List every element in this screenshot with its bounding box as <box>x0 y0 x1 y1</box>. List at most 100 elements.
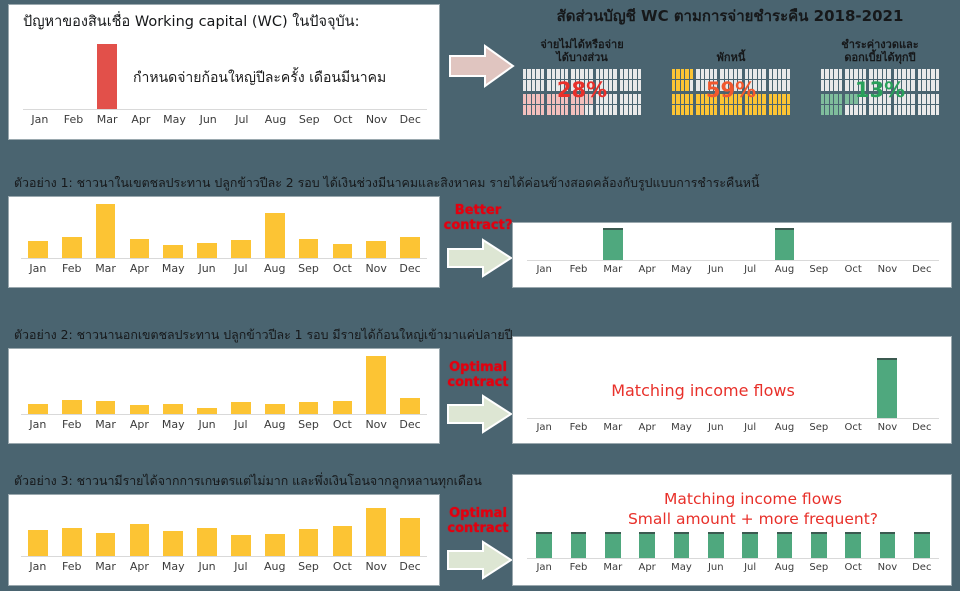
row1-chart: Jan Feb Mar Apr May Jun Jul Aug Sep Oct Nov Dec <box>23 44 427 133</box>
row3-left-plot <box>21 356 427 415</box>
arrow-right-green-row4 <box>445 538 515 582</box>
bar-slot <box>325 502 359 556</box>
month-label: Jul <box>744 562 757 573</box>
month-label: Dec <box>399 262 421 275</box>
bar-slot <box>156 502 190 556</box>
month-label: Feb <box>569 264 588 275</box>
month-label: Aug <box>264 113 287 126</box>
month-label: Jan <box>536 264 552 275</box>
month-label: Jan <box>536 562 552 573</box>
month-label: Nov <box>365 262 387 275</box>
bar-mar <box>95 204 116 258</box>
month-label: Aug <box>774 562 795 573</box>
month-label: Jul <box>744 422 757 433</box>
bar-apr <box>129 239 150 258</box>
bar-slot <box>836 228 870 260</box>
month-label: Nov <box>877 562 898 573</box>
waffle-pip <box>854 104 858 115</box>
waffle-pip <box>917 104 922 115</box>
bar-mar <box>604 532 621 558</box>
month-label: Nov <box>365 113 388 126</box>
month-label: Dec <box>399 418 421 431</box>
waffle-pip <box>845 104 849 115</box>
month-label: Mar <box>96 113 118 126</box>
month-label: Jun <box>707 562 724 573</box>
waffle-pip <box>613 104 617 115</box>
bar-nov <box>877 358 898 418</box>
bar-slot <box>224 502 258 556</box>
bar-jun <box>197 243 217 258</box>
waffle-pip <box>773 104 777 115</box>
waffle-chart-1: จ่ายไม่ได้หรือจ่าย ได้บางส่วน 28% <box>518 38 646 132</box>
month-label: Oct <box>332 560 352 573</box>
bar-slot <box>190 502 224 556</box>
month-label: Sep <box>809 422 829 433</box>
bar-dec <box>913 532 930 558</box>
month-label: Dec <box>912 422 932 433</box>
month-label: Aug <box>263 262 286 275</box>
bar-slot <box>836 358 870 418</box>
bar-aug <box>264 404 285 414</box>
bar-slot <box>259 44 293 109</box>
x-axis-line <box>527 260 939 261</box>
bar-slot <box>561 532 595 558</box>
bar-aug <box>264 533 285 556</box>
bar-slot <box>326 44 360 109</box>
bar-dec <box>400 518 420 556</box>
bar-slot <box>55 502 89 556</box>
bar-sep <box>298 529 319 556</box>
bar-slot <box>21 204 55 258</box>
row2-left-card: Jan Feb Mar Apr May Jun Jul Aug Sep Oct Nov Dec <box>8 196 440 288</box>
row4-right-card: Matching income flows Small amount + mor… <box>512 474 952 586</box>
row4-right-message-line1: Matching income flows <box>664 490 842 508</box>
bar-slot <box>224 356 258 414</box>
bar-jul <box>231 534 251 556</box>
bar-slot <box>156 204 190 258</box>
bar-slot <box>325 356 359 414</box>
month-label: Jan <box>29 418 47 431</box>
bar-slot <box>90 44 124 109</box>
waffle-pip <box>527 104 531 115</box>
bar-oct <box>332 526 353 556</box>
bar-mar <box>95 400 116 414</box>
bar-slot <box>359 204 393 258</box>
waffle-pip <box>878 104 882 115</box>
row3-arrow-caption-line1: Optimal <box>449 360 507 375</box>
bar-apr <box>639 532 656 558</box>
month-label: Jun <box>199 113 217 126</box>
month-label: Apr <box>131 113 151 126</box>
bar-jun <box>197 407 217 414</box>
arrow-right-pink <box>447 40 517 92</box>
bar-slot <box>527 228 561 260</box>
bar-may <box>163 245 184 258</box>
waffle-label-line: ชำระค่างวดและ <box>841 38 919 51</box>
bar-slot <box>393 204 427 258</box>
bar-dec <box>400 398 420 414</box>
waffle-pip <box>604 104 608 115</box>
month-label: May <box>161 262 185 275</box>
row4-left-bars <box>21 502 427 556</box>
waffle-pip <box>680 104 685 115</box>
bar-slot <box>258 502 292 556</box>
waffle-pip <box>595 104 600 115</box>
bar-slot <box>258 204 292 258</box>
waffle-pip <box>571 104 575 115</box>
bar-aug <box>264 212 285 258</box>
waffle-pip <box>829 104 834 115</box>
month-label: Jan <box>31 113 49 126</box>
bar-slot <box>836 532 870 558</box>
x-axis-line <box>23 109 427 110</box>
bar-jul <box>742 532 759 558</box>
x-axis-line <box>527 558 939 559</box>
month-label: Jan <box>29 560 47 573</box>
waffle-pip <box>753 104 757 115</box>
waffle-label-line: ดอกเบี้ยได้ทุกปี <box>844 51 916 64</box>
month-label: Nov <box>877 422 898 433</box>
month-label: Mar <box>95 418 116 431</box>
month-label: Feb <box>569 562 588 573</box>
waffle-label-3: ชำระค่างวดและ ดอกเบี้ยได้ทุกปี <box>816 38 944 64</box>
month-label: Mar <box>603 562 623 573</box>
waffle-pip <box>873 104 878 115</box>
waffle-pip <box>637 104 641 115</box>
x-axis-line <box>21 414 427 415</box>
